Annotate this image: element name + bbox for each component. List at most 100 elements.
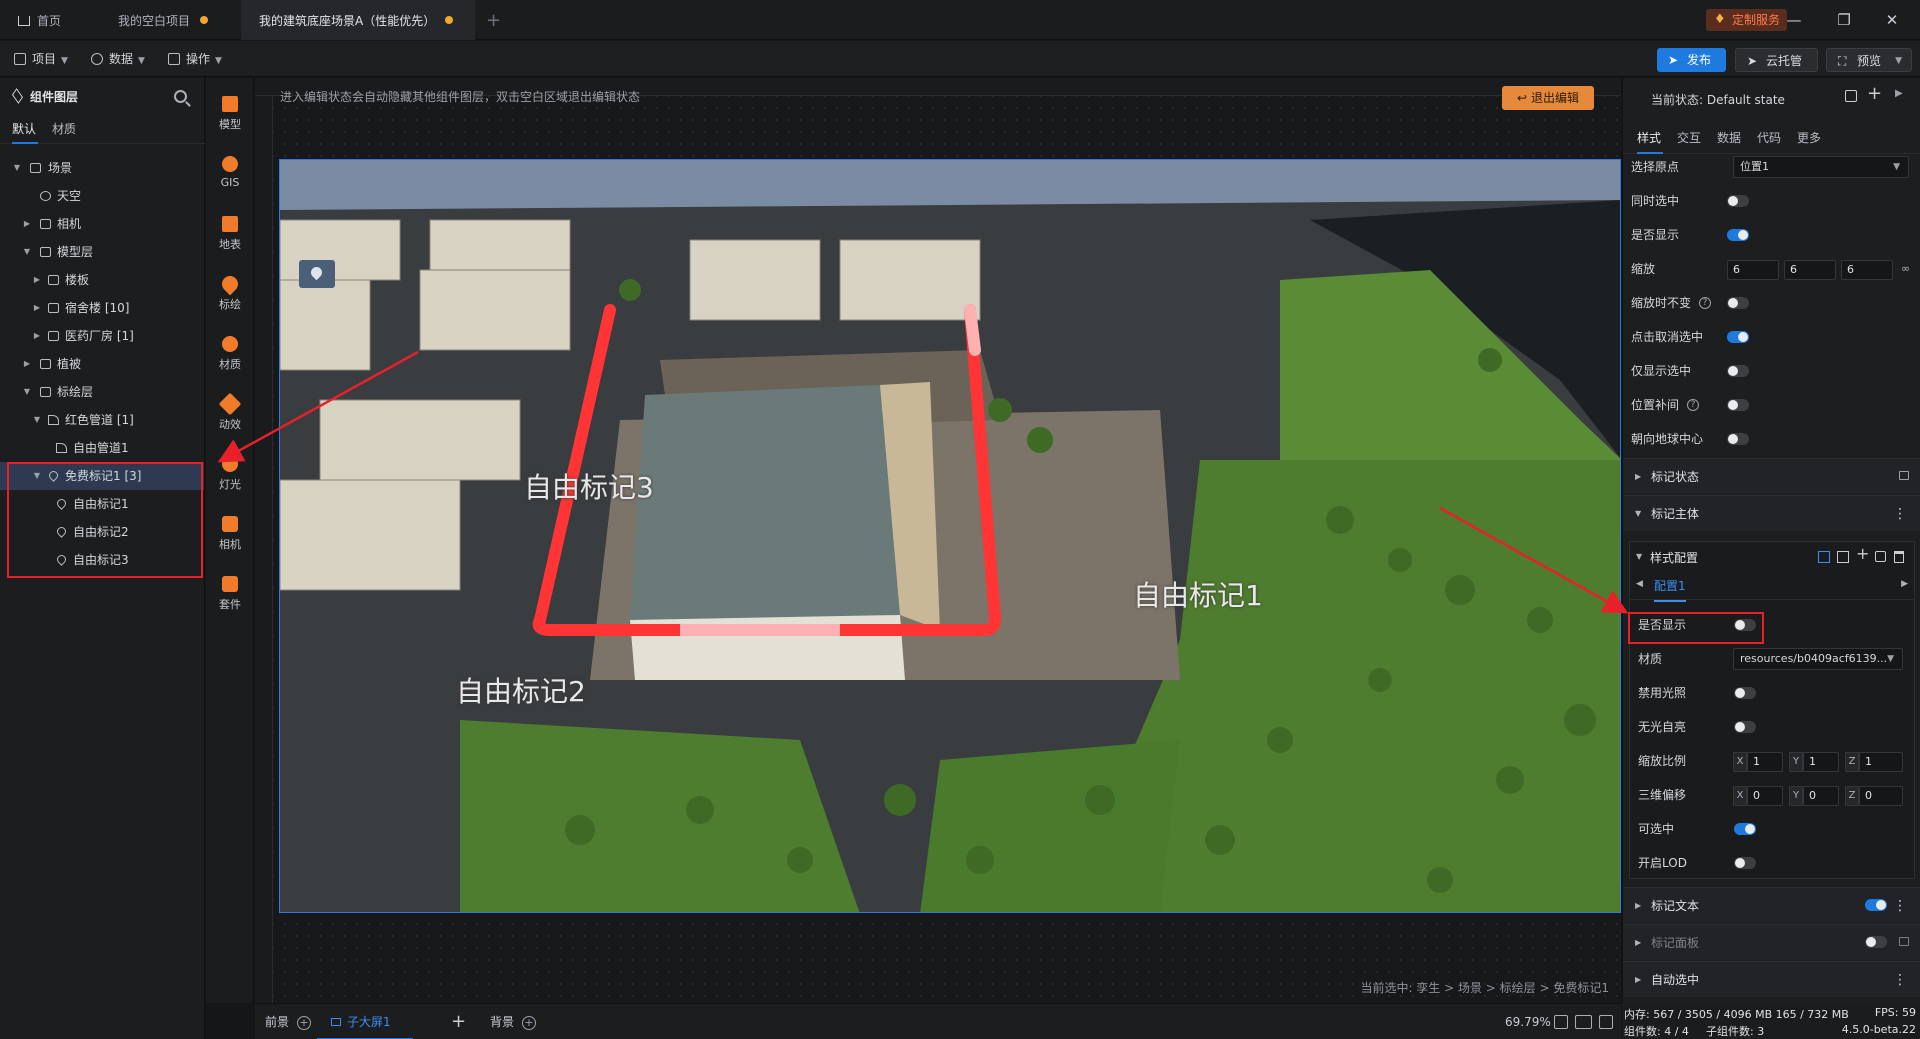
more-icon[interactable]: ⋮ (1893, 888, 1907, 924)
tool-camera[interactable]: 相机 (206, 510, 254, 560)
origin-select[interactable]: 位置1 ▼ (1733, 156, 1909, 178)
restore-icon[interactable]: ❐ (1832, 8, 1856, 32)
section-marker-panel[interactable]: ▶ 标记面板 (1623, 924, 1920, 960)
tree-item-free-marker-group[interactable]: ▼ 免费标记1 [3] (0, 462, 204, 490)
tree-item-floor[interactable]: ▶ 楼板 (0, 266, 204, 294)
scale-z-input[interactable]: 6 (1841, 260, 1893, 280)
show-selected-toggle[interactable] (1727, 365, 1749, 377)
offset-z-input[interactable]: 0 (1859, 786, 1903, 806)
tree-item-plot-layer[interactable]: ▼ 标绘层 (0, 378, 204, 406)
lock-icon[interactable] (1899, 471, 1909, 480)
minimize-icon[interactable]: — (1782, 8, 1806, 32)
scale-invariant-toggle[interactable] (1727, 297, 1749, 309)
config-tab-1[interactable]: 配置1 (1654, 572, 1686, 602)
section-marker-state[interactable]: ▶ 标记状态 (1623, 458, 1920, 494)
tool-gis[interactable]: GIS (206, 150, 254, 200)
add-icon[interactable]: + (522, 1016, 537, 1030)
lock-icon[interactable] (1899, 937, 1909, 946)
tree-item-model-layer[interactable]: ▼ 模型层 (0, 238, 204, 266)
help-icon[interactable]: ? (1687, 399, 1699, 411)
material-select[interactable]: resources/b0409acf6139... ▼ (1733, 648, 1903, 670)
close-icon[interactable]: ✕ (1880, 8, 1904, 32)
offset-x-input[interactable]: 0 (1747, 786, 1783, 806)
tree-item-pharma-factory[interactable]: ▶ 医药厂房 [1] (0, 322, 204, 350)
tab-background[interactable]: 背景 + (490, 1004, 537, 1039)
click-deselect-toggle[interactable] (1727, 331, 1749, 343)
search-icon[interactable] (174, 90, 187, 103)
scene-viewport[interactable]: 自由标记3 自由标记1 自由标记2 (279, 159, 1621, 913)
scale-ratio-z-input[interactable]: 1 (1859, 752, 1903, 772)
help-icon[interactable]: ? (1699, 297, 1711, 309)
terminal-icon[interactable] (1599, 1015, 1613, 1029)
marker-panel-toggle[interactable] (1865, 936, 1887, 948)
tab-sub-screen[interactable]: 子大屏1 (317, 1004, 413, 1039)
keyboard-icon[interactable] (1575, 1015, 1592, 1029)
tool-model[interactable]: 模型 (206, 90, 254, 140)
tree-item-sky[interactable]: 天空 (0, 182, 204, 210)
tool-material[interactable]: 材质 (206, 330, 254, 380)
offset-y-input[interactable]: 0 (1803, 786, 1839, 806)
add-screen-button[interactable]: + (451, 1004, 466, 1039)
link-icon[interactable]: ∞ (1901, 262, 1910, 275)
tree-item-free-pipe-1[interactable]: 自由管道1 (0, 434, 204, 462)
more-icon[interactable]: ⋮ (1893, 962, 1907, 998)
add-icon[interactable]: + (1856, 544, 1869, 563)
fit-screen-icon[interactable] (1554, 1015, 1568, 1029)
section-auto-select[interactable]: ▶ 自动选中 ⋮ (1623, 961, 1920, 997)
section-marker-body[interactable]: ▼ 标记主体 ⋮ (1623, 495, 1920, 531)
scale-y-input[interactable]: 6 (1784, 260, 1836, 280)
tree-item-vegetation[interactable]: ▶ 植被 (0, 350, 204, 378)
custom-service-button[interactable]: 定制服务 (1706, 9, 1788, 31)
sync-select-toggle[interactable] (1727, 195, 1749, 207)
face-earth-toggle[interactable] (1727, 433, 1749, 445)
tool-kit[interactable]: 套件 (206, 570, 254, 620)
tab-default[interactable]: 默认 (12, 114, 38, 144)
tree-item-scene[interactable]: ▼ 场景 (0, 154, 204, 182)
tool-terrain[interactable]: 地表 (206, 210, 254, 260)
tool-light[interactable]: 灯光 (206, 450, 254, 500)
lod-toggle[interactable] (1734, 857, 1756, 869)
cloud-hosting-button[interactable]: ➤ 云托管 (1735, 48, 1818, 72)
tab-blank-project[interactable]: 我的空白项目 (104, 0, 222, 40)
tree-item-dormitory[interactable]: ▶ 宿舍楼 [10] (0, 294, 204, 322)
new-tab-button[interactable]: + (486, 0, 510, 40)
marker-label-3[interactable]: 自由标记3 (524, 466, 654, 506)
config-visible-toggle[interactable] (1734, 619, 1756, 631)
tool-effect[interactable]: 动效 (206, 390, 254, 440)
menu-project[interactable]: 项目 ▼ (14, 41, 68, 77)
marker-text-toggle[interactable] (1865, 899, 1887, 911)
visible-toggle[interactable] (1727, 229, 1749, 241)
exit-edit-button[interactable]: ↩ 退出编辑 (1502, 86, 1594, 110)
disable-light-toggle[interactable] (1734, 687, 1756, 699)
preview-button[interactable]: ⛶ 预览 ▼ (1826, 48, 1912, 72)
marker-label-2[interactable]: 自由标记2 (456, 670, 586, 710)
scale-x-input[interactable]: 6 (1727, 260, 1779, 280)
location-pin-button[interactable] (299, 260, 335, 288)
tool-plot[interactable]: 标绘 (206, 270, 254, 320)
copy-icon[interactable] (1875, 551, 1886, 562)
chevron-left-icon[interactable]: ◀ (1636, 579, 1643, 589)
more-icon[interactable]: ⋮ (1893, 496, 1907, 532)
tween-toggle[interactable] (1727, 399, 1749, 411)
publish-button[interactable]: ➤ 发布 (1657, 48, 1726, 72)
scene-canvas[interactable]: 进入编辑状态会自动隐藏其他组件图层，双击空白区域退出编辑状态 ↩ 退出编辑 自由… (255, 78, 1621, 1003)
tree-item-camera[interactable]: ▶ 相机 (0, 210, 204, 238)
trash-icon[interactable] (1894, 551, 1904, 563)
tab-building-scene[interactable]: 我的建筑底座场景A（性能优先） (241, 0, 475, 40)
tree-item-red-pipe[interactable]: ▼ 红色管道 [1] (0, 406, 204, 434)
menu-operate[interactable]: 操作 ▼ (168, 41, 222, 77)
section-marker-text[interactable]: ▶ 标记文本 ⋮ (1623, 887, 1920, 923)
zoom-level[interactable]: 69.79% (1505, 1004, 1551, 1039)
tree-item-free-marker-2[interactable]: 自由标记2 (0, 518, 204, 546)
selectable-toggle[interactable] (1734, 823, 1756, 835)
menu-data[interactable]: 数据 ▼ (91, 41, 145, 77)
chevron-right-icon[interactable]: ▶ (1895, 88, 1903, 99)
add-icon[interactable]: + (1867, 83, 1882, 104)
tab-home[interactable]: 首页 (18, 0, 88, 40)
scale-ratio-x-input[interactable]: 1 (1747, 752, 1783, 772)
tab-material[interactable]: 材质 (52, 114, 78, 144)
tree-item-free-marker-3[interactable]: 自由标记3 (0, 546, 204, 574)
marker-label-1[interactable]: 自由标记1 (1133, 574, 1263, 614)
tab-foreground[interactable]: 前景 + (265, 1004, 312, 1039)
chevron-right-icon[interactable]: ▶ (1901, 579, 1908, 589)
